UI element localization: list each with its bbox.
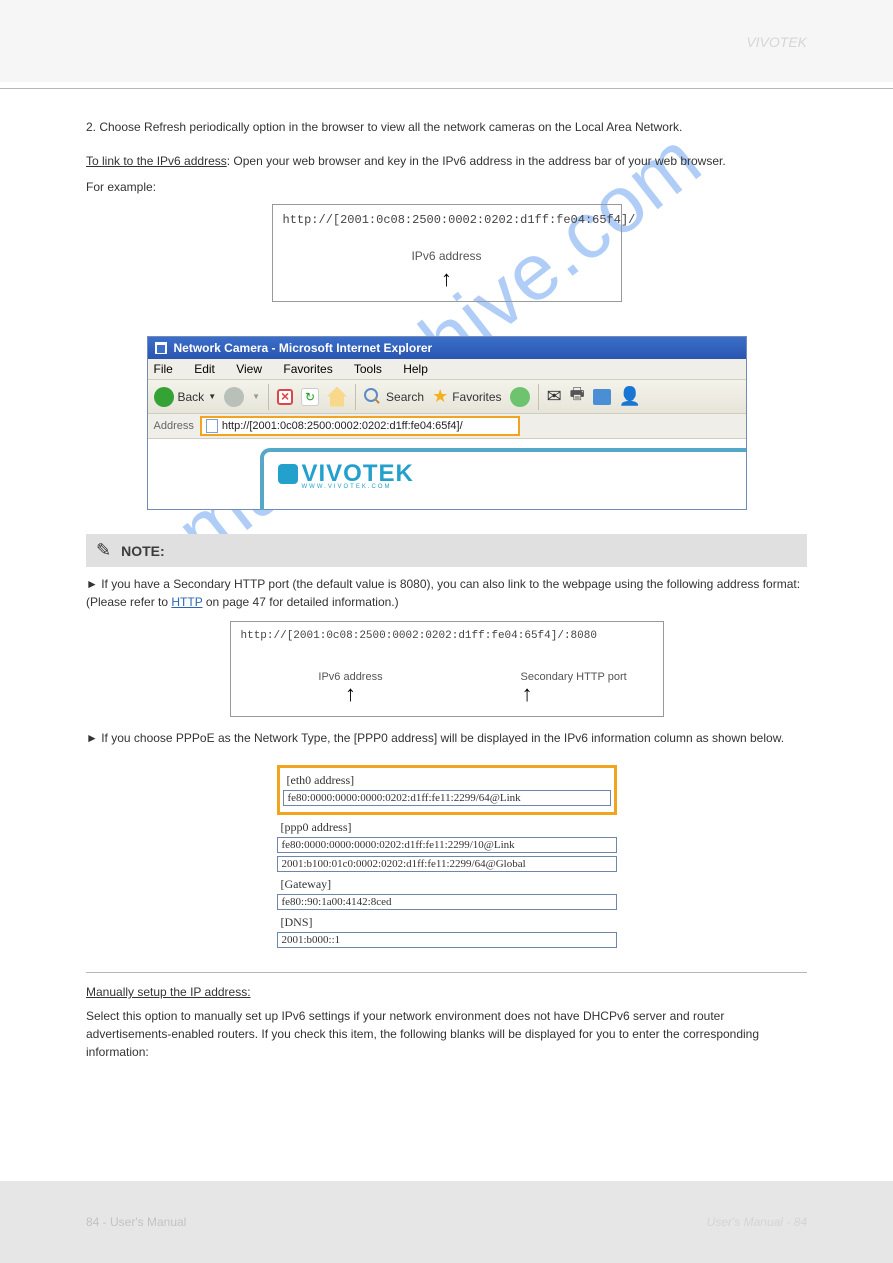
stop-button[interactable] [277, 389, 293, 405]
example-label: For example: [86, 178, 807, 196]
pencil-icon: ✎ [96, 540, 111, 561]
browser-page: VIVOTEK WWW.VIVOTEK.COM [148, 439, 746, 509]
camera-icon [278, 464, 298, 484]
forward-button[interactable] [224, 387, 244, 407]
back-button[interactable]: Back ▼ [154, 387, 217, 407]
refresh-button[interactable]: ↻ [301, 388, 319, 406]
browser-window: Network Camera - Microsoft Internet Expl… [147, 336, 747, 510]
footer: 84 - User's Manual User's Manual - 84 [0, 1181, 893, 1263]
browser-title: Network Camera - Microsoft Internet Expl… [174, 341, 433, 355]
arrow-up-icon: ↑ [521, 683, 663, 708]
ipv6-port-url: http://[2001:0c08:2500:0002:0202:d1ff:fe… [241, 630, 653, 642]
media-button[interactable] [510, 387, 530, 407]
toolbar-separator [355, 384, 356, 410]
messenger-icon[interactable]: 👤 [619, 386, 641, 407]
home-button[interactable] [327, 387, 347, 407]
menu-file[interactable]: File [154, 362, 173, 376]
intro-para1: 2. Choose Refresh periodically option in… [86, 118, 807, 136]
note-banner: ✎ NOTE: [86, 534, 807, 567]
favorites-label: Favorites [452, 390, 501, 404]
manual-setup-para: Select this option to manually set up IP… [86, 1007, 807, 1061]
ipv6-label-left: IPv6 address [231, 671, 471, 683]
section-divider [86, 972, 807, 973]
address-input[interactable]: http://[2001:0c08:2500:0002:0202:d1ff:fe… [200, 416, 520, 436]
footer-page-right: User's Manual - 84 [707, 1215, 807, 1229]
back-arrow-icon [154, 387, 174, 407]
menu-favorites[interactable]: Favorites [283, 362, 332, 376]
ppp0-value1: fe80:0000:0000:0000:0202:d1ff:fe11:2299/… [277, 837, 617, 853]
gateway-label: [Gateway] [277, 875, 617, 894]
browser-menubar: File Edit View Favorites Tools Help [148, 359, 746, 380]
note-line2: ► If you choose PPPoE as the Network Typ… [86, 729, 807, 747]
note-link-http[interactable]: HTTP [171, 595, 202, 609]
eth0-highlight: [eth0 address] fe80:0000:0000:0000:0202:… [277, 765, 617, 815]
note-label: NOTE: [121, 543, 165, 559]
toolbar-separator [538, 384, 539, 410]
intro-para2-rest: : Open your web browser and key in the I… [227, 154, 726, 168]
footer-page-left: 84 - User's Manual [86, 1215, 186, 1229]
vivotek-panel: VIVOTEK WWW.VIVOTEK.COM [260, 448, 746, 510]
search-button[interactable]: Search [364, 388, 424, 406]
eth0-label: [eth0 address] [283, 771, 611, 790]
ipv6-url-text: http://[2001:0c08:2500:0002:0202:d1ff:fe… [283, 213, 611, 227]
ie-icon [154, 341, 168, 355]
vivotek-logo-subtitle: WWW.VIVOTEK.COM [302, 484, 746, 490]
print-button[interactable]: 🖶 [570, 383, 585, 410]
manual-setup-heading: Manually setup the IP address: [86, 985, 807, 999]
browser-titlebar: Network Camera - Microsoft Internet Expl… [148, 337, 746, 359]
favorites-button[interactable]: ★ Favorites [432, 386, 502, 407]
ipv6-label-right: Secondary HTTP port [521, 671, 663, 683]
menu-view[interactable]: View [236, 362, 262, 376]
header-breadcrumb: VIVOTEK [746, 34, 807, 50]
search-label: Search [386, 390, 424, 404]
arrow-up-icon: ↑ [440, 268, 453, 293]
address-url-text: http://[2001:0c08:2500:0002:0202:d1ff:fe… [222, 420, 463, 432]
ipv6-url-box: http://[2001:0c08:2500:0002:0202:d1ff:fe… [272, 204, 622, 302]
eth0-value: fe80:0000:0000:0000:0202:d1ff:fe11:2299/… [283, 790, 611, 806]
page-icon [206, 419, 218, 433]
ipv6-url-arrow-label: IPv6 address [411, 249, 481, 263]
mail-button[interactable]: ✉ [547, 386, 562, 407]
search-icon [364, 388, 382, 406]
gateway-value: fe80::90:1a00:4142:8ced [277, 894, 617, 910]
ipv6-info-panel: [eth0 address] fe80:0000:0000:0000:0202:… [277, 765, 617, 948]
dns-value: 2001:b000::1 [277, 932, 617, 948]
browser-addressbar: Address http://[2001:0c08:2500:0002:0202… [148, 414, 746, 439]
back-label: Back [178, 390, 205, 404]
dropdown-icon: ▼ [208, 392, 216, 401]
intro-para2-underline: To link to the IPv6 address [86, 154, 227, 168]
ppp0-value2: 2001:b100:01c0:0002:0202:d1ff:fe11:2299/… [277, 856, 617, 872]
star-icon: ★ [432, 386, 448, 407]
ppp0-label: [ppp0 address] [277, 818, 617, 837]
note-line1b: on page 47 for detailed information.) [206, 595, 399, 609]
header-rule [0, 88, 893, 89]
toolbar-separator [268, 384, 269, 410]
menu-help[interactable]: Help [403, 362, 428, 376]
menu-edit[interactable]: Edit [194, 362, 215, 376]
dropdown-icon: ▼ [252, 392, 260, 401]
edit-button[interactable] [593, 389, 611, 405]
dns-label: [DNS] [277, 913, 617, 932]
address-label: Address [154, 420, 194, 432]
menu-tools[interactable]: Tools [354, 362, 382, 376]
browser-toolbar: Back ▼ ▼ ↻ Search ★ Favorites ✉ 🖶 👤 [148, 380, 746, 414]
ipv6-port-box: http://[2001:0c08:2500:0002:0202:d1ff:fe… [230, 621, 664, 717]
arrow-up-icon: ↑ [231, 683, 471, 708]
